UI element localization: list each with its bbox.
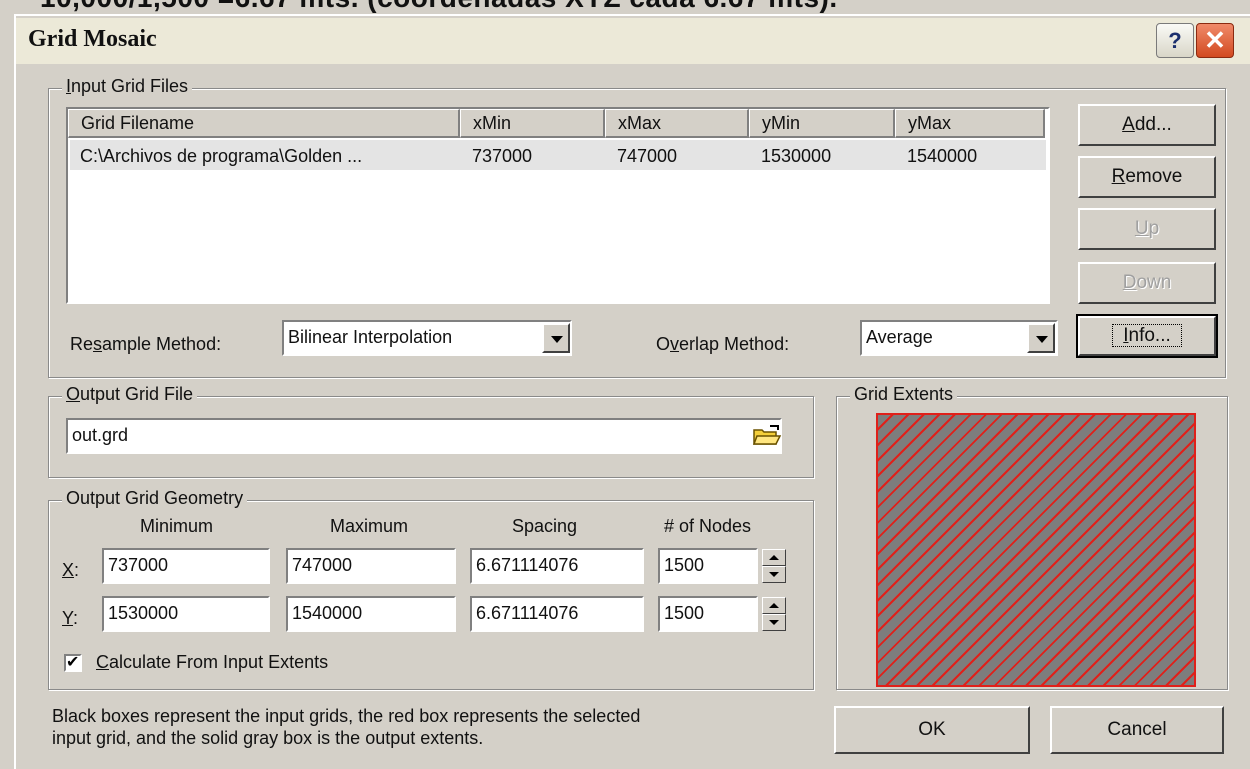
- resample-method-label: Resample Method:: [70, 334, 222, 354]
- cell-xmax: 747000: [617, 146, 678, 166]
- spinner-down-icon[interactable]: [762, 566, 786, 583]
- overlap-dropdown-arrow-icon[interactable]: [1027, 323, 1055, 353]
- x-nodes-spinner[interactable]: [762, 549, 786, 583]
- x-row-label: X:: [62, 560, 80, 580]
- output-grid-geometry-legend: Output Grid Geometry: [62, 488, 248, 509]
- cell-xmin: 737000: [472, 146, 533, 166]
- info-button-focus: Info...: [1112, 324, 1182, 347]
- y-maximum-input[interactable]: 1540000: [286, 596, 456, 632]
- column-header-ymax[interactable]: yMax: [895, 109, 1045, 138]
- column-header-ymin[interactable]: yMin: [749, 109, 895, 138]
- x-minimum-input[interactable]: 737000: [102, 548, 270, 584]
- resample-dropdown-arrow-icon[interactable]: [542, 323, 570, 353]
- spacing-header: Spacing: [512, 516, 578, 536]
- cut-off-caption: 10,000/1,500 =6.67 mts. (coordenadas XYZ…: [40, 0, 838, 14]
- remove-button[interactable]: Remove: [1078, 156, 1216, 198]
- x-spacing-input[interactable]: 6.671114076: [470, 548, 644, 584]
- x-maximum-input[interactable]: 747000: [286, 548, 456, 584]
- y-nodes-input[interactable]: 1500: [658, 596, 758, 632]
- calculate-extents-checkbox[interactable]: [64, 652, 82, 672]
- cell-ymin: 1530000: [761, 146, 832, 166]
- cell-ymax: 1540000: [907, 146, 978, 166]
- input-grid-files-legend: Input Grid Files: [62, 76, 193, 97]
- resample-method-select[interactable]: Bilinear Interpolation: [282, 320, 572, 356]
- title-bar: [16, 18, 1250, 64]
- overlap-method-label: Overlap Method:: [656, 334, 790, 354]
- column-header-xmin[interactable]: xMin: [460, 109, 605, 138]
- nodes-header: # of Nodes: [664, 516, 752, 536]
- ok-button[interactable]: OK: [834, 706, 1030, 754]
- spinner-up-icon[interactable]: [762, 597, 786, 614]
- open-folder-icon[interactable]: [752, 424, 782, 448]
- output-grid-file-legend: Output Grid File: [62, 384, 198, 405]
- calculate-extents-label[interactable]: Calculate From Input Extents: [96, 652, 328, 673]
- info-button[interactable]: Info...: [1076, 314, 1218, 358]
- grid-files-list[interactable]: Grid Filename xMin xMax yMin yMax C:\Arc…: [66, 107, 1050, 304]
- output-file-input[interactable]: out.grd: [66, 418, 782, 454]
- column-header-xmax[interactable]: xMax: [605, 109, 749, 138]
- footer-note: Black boxes represent the input grids, t…: [52, 705, 640, 749]
- add-button[interactable]: Add...: [1078, 104, 1216, 146]
- y-spacing-input[interactable]: 6.671114076: [470, 596, 644, 632]
- y-row-label: Y:: [62, 608, 79, 628]
- maximum-header: Maximum: [330, 516, 409, 536]
- help-button[interactable]: ?: [1156, 23, 1194, 58]
- x-nodes-input[interactable]: 1500: [658, 548, 758, 584]
- y-nodes-spinner[interactable]: [762, 597, 786, 631]
- spinner-up-icon[interactable]: [762, 549, 786, 566]
- footer-note-line-1: Black boxes represent the input grids, t…: [52, 706, 641, 726]
- open-folder-svg: [752, 425, 782, 445]
- minimum-header: Minimum: [140, 516, 214, 536]
- cell-grid-filename: C:\Archivos de programa\Golden ...: [80, 146, 363, 166]
- spinner-down-icon[interactable]: [762, 614, 786, 631]
- close-button[interactable]: ✕: [1196, 23, 1234, 58]
- footer-note-line-2: input grid, and the solid gray box is th…: [52, 728, 484, 748]
- dialog-title: Grid Mosaic: [28, 26, 157, 52]
- up-button[interactable]: Up: [1078, 208, 1216, 250]
- grid-extents-preview: [876, 413, 1196, 687]
- down-button[interactable]: Down: [1078, 262, 1216, 304]
- grid-extents-legend: Grid Extents: [850, 384, 958, 405]
- y-minimum-input[interactable]: 1530000: [102, 596, 270, 632]
- column-header-grid-filename[interactable]: Grid Filename: [68, 109, 460, 138]
- cancel-button[interactable]: Cancel: [1050, 706, 1224, 754]
